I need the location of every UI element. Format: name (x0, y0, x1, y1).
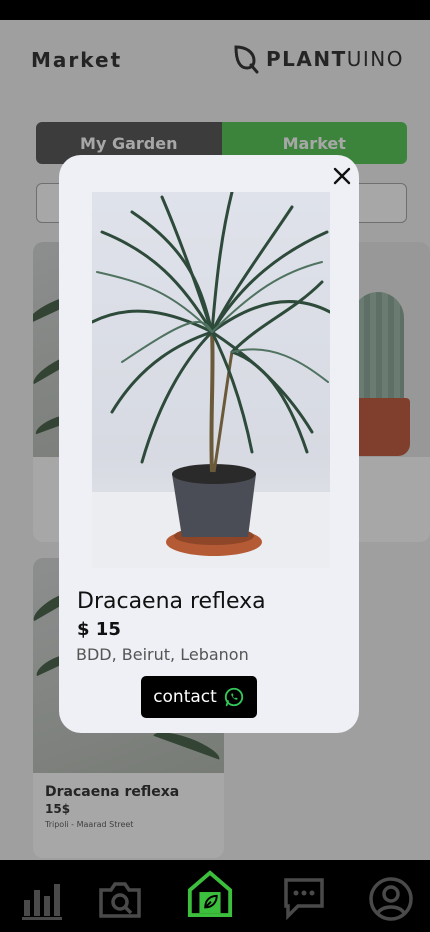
modal-plant-name: Dracaena reflexa (77, 589, 266, 614)
contact-button[interactable]: contact (141, 676, 257, 718)
bottom-navigation (0, 860, 430, 932)
chat-icon (284, 878, 324, 921)
nav-chat[interactable] (280, 876, 328, 922)
camera-icon (99, 882, 141, 918)
dracaena-image (92, 192, 330, 568)
modal-plant-location: BDD, Beirut, Lebanon (76, 645, 249, 664)
home-icon (187, 870, 233, 917)
whatsapp-icon (224, 687, 243, 707)
close-icon (333, 167, 351, 185)
modal-plant-price: $ 15 (77, 619, 121, 640)
plant-photo (92, 192, 330, 568)
status-bar (0, 0, 430, 20)
stats-icon (22, 884, 62, 920)
close-button[interactable] (331, 165, 353, 187)
nav-stats[interactable] (18, 876, 66, 922)
profile-icon (369, 877, 413, 921)
nav-profile[interactable] (367, 876, 415, 922)
plant-detail-modal: Dracaena reflexa $ 15 BDD, Beirut, Leban… (59, 155, 359, 733)
contact-label: contact (153, 687, 217, 707)
nav-home[interactable] (186, 870, 234, 917)
nav-camera[interactable] (96, 876, 144, 922)
